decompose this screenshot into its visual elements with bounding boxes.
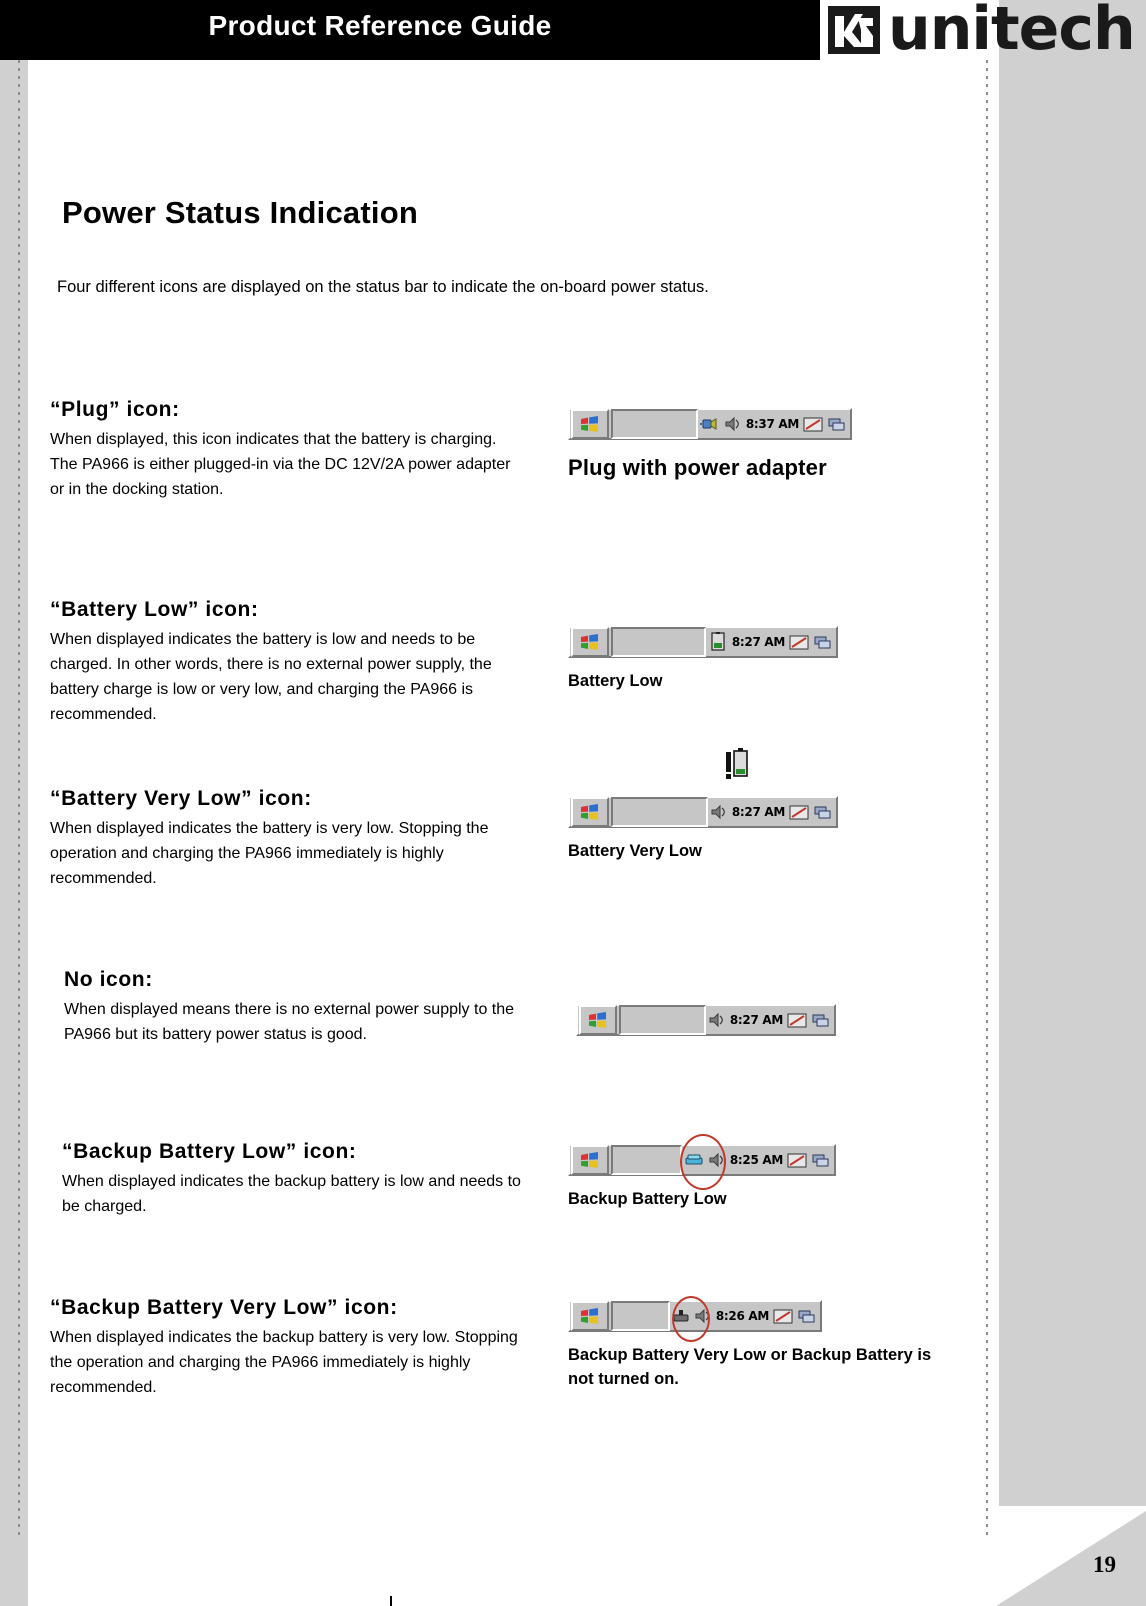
right-margin-rule xyxy=(996,0,999,1606)
taskbar: 8:26 AM xyxy=(568,1296,822,1342)
system-tray: 8:27 AM xyxy=(710,799,836,825)
screenshot-no-icon: 8:27 AM xyxy=(576,1004,836,1048)
taskbar-empty-area xyxy=(611,1301,670,1331)
speaker-icon[interactable] xyxy=(710,804,728,820)
keyboard-icon[interactable] xyxy=(787,1012,807,1029)
page-title: Power Status Indication xyxy=(62,195,418,230)
entry-backup-battery-very-low: “Backup Battery Very Low” icon: When dis… xyxy=(50,1296,538,1401)
brand-logo: unitech xyxy=(828,0,1146,64)
network-icon[interactable] xyxy=(813,804,833,821)
screenshot-caption: Battery Very Low xyxy=(568,842,702,860)
right-margin-band xyxy=(999,0,1146,1606)
screenshot-caption: Battery Low xyxy=(568,672,663,690)
battery-very-low-callout-icon xyxy=(726,748,748,779)
taskbar-empty-area xyxy=(611,627,706,657)
battery-low-icon[interactable] xyxy=(708,632,728,652)
entry-body: When displayed indicates the battery is … xyxy=(50,631,492,723)
start-button[interactable] xyxy=(571,1301,609,1331)
page-corner-fold-shade xyxy=(996,1511,1146,1606)
entry-heading: “Backup Battery Very Low” icon: xyxy=(50,1296,398,1319)
screenshot-backup-battery-very-low: 8:26 AM Backup Battery Very Low or Backu… xyxy=(568,1296,931,1392)
system-tray: 8:37 AM xyxy=(699,411,850,437)
taskbar-empty-area xyxy=(611,797,708,827)
taskbar: 8:27 AM xyxy=(576,1004,836,1036)
taskbar-empty-area xyxy=(611,409,698,439)
tray-clock: 8:27 AM xyxy=(731,805,785,819)
plug-icon[interactable] xyxy=(699,415,720,433)
brand-wordmark: unitech xyxy=(888,0,1136,64)
tray-clock: 8:27 AM xyxy=(729,1013,783,1027)
system-tray: 8:27 AM xyxy=(708,629,836,655)
keyboard-icon[interactable] xyxy=(787,1152,807,1169)
screenshot-caption: Plug with power adapter xyxy=(568,455,827,480)
annotation-circle xyxy=(680,1134,726,1190)
windows-flag-icon xyxy=(581,415,598,432)
start-button[interactable] xyxy=(579,1005,617,1035)
screenshot-caption: Backup Battery Very Low or Backup Batter… xyxy=(568,1346,932,1388)
entry-body: When displayed indicates the battery is … xyxy=(50,820,489,887)
speaker-icon[interactable] xyxy=(708,1012,726,1028)
windows-flag-icon xyxy=(581,1307,598,1324)
taskbar: 8:25 AM xyxy=(568,1134,836,1190)
network-icon[interactable] xyxy=(797,1308,817,1325)
taskbar: 8:37 AM xyxy=(568,408,852,440)
page-number: 19 xyxy=(1093,1552,1116,1577)
windows-flag-icon xyxy=(589,1011,606,1028)
windows-flag-icon xyxy=(581,633,598,650)
entry-heading: “Battery Low” icon: xyxy=(50,598,259,621)
intro-paragraph: Four different icons are displayed on th… xyxy=(57,278,709,296)
tray-clock: 8:37 AM xyxy=(745,417,799,431)
screenshot-backup-battery-low: 8:25 AM Backup Battery Low xyxy=(568,1134,836,1212)
keyboard-icon[interactable] xyxy=(773,1308,793,1325)
entry-heading: “Battery Very Low” icon: xyxy=(50,787,312,810)
page-content: Power Status Indication Four different i… xyxy=(0,60,996,1606)
entry-heading: “Plug” icon: xyxy=(50,398,180,421)
start-button[interactable] xyxy=(571,409,609,439)
unitech-logo-icon xyxy=(828,6,880,54)
network-icon[interactable] xyxy=(827,416,847,433)
entry-battery-low: “Battery Low” icon: When displayed indic… xyxy=(50,598,520,728)
network-icon[interactable] xyxy=(811,1012,831,1029)
screenshot-caption: Backup Battery Low xyxy=(568,1190,727,1208)
system-tray: 8:27 AM xyxy=(708,1007,834,1033)
header-banner-point xyxy=(760,0,806,60)
keyboard-icon[interactable] xyxy=(789,804,809,821)
keyboard-icon[interactable] xyxy=(789,634,809,651)
start-button[interactable] xyxy=(571,1145,609,1175)
page-corner-fold xyxy=(996,1506,1146,1606)
speaker-icon[interactable] xyxy=(724,416,742,432)
entry-body: When displayed indicates the backup batt… xyxy=(50,1329,518,1396)
network-icon[interactable] xyxy=(813,634,833,651)
windows-flag-icon xyxy=(581,1151,598,1168)
taskbar-empty-area xyxy=(611,1145,682,1175)
entry-body: When displayed, this icon indicates that… xyxy=(50,431,511,498)
start-button[interactable] xyxy=(571,797,609,827)
entry-heading: “Backup Battery Low” icon: xyxy=(62,1140,357,1163)
start-button[interactable] xyxy=(571,627,609,657)
entry-backup-battery-low: “Backup Battery Low” icon: When displaye… xyxy=(62,1140,532,1220)
bottom-crop-mark xyxy=(390,1596,392,1606)
entry-heading: No icon: xyxy=(64,968,153,991)
taskbar: 8:27 AM xyxy=(568,796,838,828)
header-title: Product Reference Guide xyxy=(208,10,552,41)
taskbar-empty-area xyxy=(619,1005,706,1035)
keyboard-icon[interactable] xyxy=(803,416,823,433)
windows-flag-icon xyxy=(581,803,598,820)
entry-body: When displayed means there is no externa… xyxy=(64,1001,515,1043)
taskbar: 8:27 AM xyxy=(568,626,838,658)
entry-plug: “Plug” icon: When displayed, this icon i… xyxy=(50,398,520,503)
screenshot-battery-low: 8:27 AM Battery Low xyxy=(568,626,838,694)
annotation-circle xyxy=(672,1296,710,1342)
screenshot-plug: 8:37 AM Plug with power adapter xyxy=(568,408,852,484)
network-icon[interactable] xyxy=(811,1152,831,1169)
entry-battery-very-low: “Battery Very Low” icon: When displayed … xyxy=(50,787,520,892)
screenshot-battery-very-low: 8:27 AM Battery Very Low xyxy=(568,748,838,864)
tray-clock: 8:25 AM xyxy=(729,1153,783,1167)
document-page: Product Reference Guide unitech Power St… xyxy=(0,0,1146,1606)
entry-body: When displayed indicates the backup batt… xyxy=(62,1173,521,1215)
tray-clock: 8:27 AM xyxy=(731,635,785,649)
entry-no-icon: No icon: When displayed means there is n… xyxy=(64,968,524,1048)
tray-clock: 8:26 AM xyxy=(715,1309,769,1323)
